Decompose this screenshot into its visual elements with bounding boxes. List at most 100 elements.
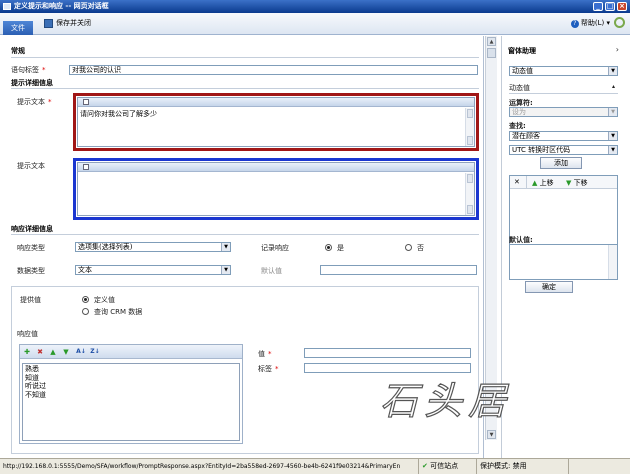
data-type-label: 数据类型 xyxy=(17,267,45,275)
response-type-select[interactable]: 选项集(选择列表) ▼ xyxy=(75,242,231,252)
lookup-label: 查找: xyxy=(509,122,526,130)
save-close-button[interactable]: 保存并关闭 xyxy=(44,17,91,30)
lookup-field-select[interactable]: UTC 转换时区代码 ▼ xyxy=(509,145,618,155)
general-section-title: 常规 xyxy=(11,47,25,55)
data-type-select[interactable]: 文本 ▼ xyxy=(75,265,231,275)
chevron-down-icon: ▼ xyxy=(608,67,617,75)
check-icon: ✔ xyxy=(422,462,428,470)
chevron-down-icon: ▼ xyxy=(221,266,230,274)
provide-values-label: 提供值 xyxy=(20,296,41,304)
radio-selected-icon xyxy=(325,244,332,251)
assistant-mode-select[interactable]: 动态值 ▼ xyxy=(509,66,618,76)
response-values-label: 响应值 xyxy=(17,330,38,338)
collapse-arrow-icon[interactable]: ▴ xyxy=(612,83,615,90)
response-values-list[interactable]: 熟悉 知道 听说过 不知道 xyxy=(22,363,240,441)
status-empty-segment xyxy=(568,459,630,474)
default-value-textarea[interactable] xyxy=(509,244,618,280)
lookup-entity-select[interactable]: 潜在顾客 ▼ xyxy=(509,131,618,141)
security-zone: ✔ 可信站点 xyxy=(418,459,474,474)
help-dropdown-arrow: ▾ xyxy=(606,19,610,27)
scroll-up-arrow[interactable]: ▲ xyxy=(487,37,496,46)
section-divider xyxy=(509,93,618,94)
value-input[interactable] xyxy=(304,348,471,358)
prompt-details-section-title: 提示详细信息 xyxy=(11,79,53,87)
operator-value: 设为 xyxy=(512,108,526,116)
log-response-yes-radio[interactable]: 是 xyxy=(325,243,344,253)
delete-icon[interactable]: ✖ xyxy=(36,348,44,356)
default-value-input[interactable] xyxy=(320,265,477,275)
save-close-label: 保存并关闭 xyxy=(56,19,91,27)
prompt-text-1-label: 提示文本 * xyxy=(17,98,52,106)
window-app-icon xyxy=(3,3,11,10)
list-item[interactable]: 听说过 xyxy=(25,382,237,391)
log-response-no-radio[interactable]: 否 xyxy=(405,243,424,253)
value-label: 值 * xyxy=(258,350,272,358)
textarea-scrollbar[interactable] xyxy=(608,245,617,279)
ok-button[interactable]: 确定 xyxy=(525,281,573,293)
list-item[interactable]: 熟悉 xyxy=(25,365,237,374)
help-icon: ? xyxy=(570,20,579,28)
response-type-label: 响应类型 xyxy=(17,244,45,252)
protected-mode: 保护模式: 禁用 xyxy=(476,459,566,474)
file-tab[interactable]: 文件 xyxy=(3,21,33,35)
arrow-down-icon[interactable]: ▼ xyxy=(62,348,70,356)
scroll-down-arrow[interactable]: ▼ xyxy=(487,430,496,439)
window-title: 定义提示和响应 -- 网页对话框 xyxy=(14,2,109,10)
section-divider xyxy=(11,88,479,89)
toolbar-divider xyxy=(526,176,527,188)
watermark-text: 石头居 xyxy=(379,378,513,423)
lookup-field-value: UTC 转换时区代码 xyxy=(512,146,571,154)
sort-ascending-icon[interactable]: A↓ xyxy=(76,348,86,356)
chevron-down-icon: ▼ xyxy=(608,108,617,116)
brand-logo-icon xyxy=(614,17,625,28)
lookup-entity-value: 潜在顾客 xyxy=(512,132,540,140)
chevron-down-icon: ▼ xyxy=(608,132,617,140)
log-response-label: 记录响应 xyxy=(261,244,289,252)
form-assistant-title: 窗体助理 xyxy=(508,47,536,55)
chevron-down-icon: ▼ xyxy=(221,243,230,251)
query-crm-radio[interactable]: 查询 CRM 数据 xyxy=(82,307,142,317)
window-titlebar: 定义提示和响应 -- 网页对话框 _ □ × xyxy=(0,0,630,13)
define-values-radio[interactable]: 定义值 xyxy=(82,295,115,305)
response-values-list-panel: ✚ ✖ ▲ ▼ A↓ Z↓ 熟悉 知道 听说过 不知道 xyxy=(19,344,243,444)
sort-descending-icon[interactable]: Z↓ xyxy=(90,348,100,356)
data-type-value: 文本 xyxy=(78,266,92,274)
list-toolbar: ✕ ▲ 上移 ▼ 下移 xyxy=(510,176,617,189)
add-icon[interactable]: ✚ xyxy=(23,348,31,356)
delete-icon[interactable]: ✕ xyxy=(514,178,520,186)
prompt-label-input[interactable]: 对我公司的认识 xyxy=(69,65,478,75)
move-up-button[interactable]: ▲ 上移 xyxy=(532,178,554,188)
maximize-button[interactable]: □ xyxy=(605,2,615,11)
list-item[interactable]: 不知道 xyxy=(25,391,237,400)
arrow-up-icon[interactable]: ▲ xyxy=(49,348,57,356)
minimize-button[interactable]: _ xyxy=(593,2,603,11)
operator-select[interactable]: 设为 ▼ xyxy=(509,107,618,117)
list-toolbar: ✚ ✖ ▲ ▼ A↓ Z↓ xyxy=(20,345,242,359)
section-divider xyxy=(11,234,479,235)
status-url: http://192.168.0.1:5555/Demo/SFA/workflo… xyxy=(3,463,401,470)
chevron-right-icon[interactable]: › xyxy=(616,45,619,54)
scroll-thumb[interactable] xyxy=(487,48,496,58)
response-type-value: 选项集(选择列表) xyxy=(78,243,133,251)
blue-highlight-frame xyxy=(73,158,479,220)
move-down-button[interactable]: ▼ 下移 xyxy=(566,178,588,188)
status-bar: http://192.168.0.1:5555/Demo/SFA/workflo… xyxy=(0,458,630,474)
radio-empty-icon xyxy=(82,308,89,315)
arrow-up-icon: ▲ xyxy=(532,179,538,187)
form-assistant-panel: 窗体助理 › 动态值 ▼ 动态值 ▴ 运算符: 设为 ▼ 查找: 潜在顾客 ▼ … xyxy=(501,36,627,458)
dynamic-values-label: 动态值 xyxy=(509,84,530,92)
default-value-label: 默认值 xyxy=(261,267,282,275)
chevron-down-icon: ▼ xyxy=(608,146,617,154)
help-label: 帮助(L) xyxy=(580,19,605,27)
close-button[interactable]: × xyxy=(617,2,627,11)
save-icon xyxy=(44,19,53,28)
section-divider xyxy=(11,57,479,58)
assistant-mode-value: 动态值 xyxy=(512,67,533,75)
red-highlight-frame xyxy=(73,93,479,151)
tag-label: 标签 * xyxy=(258,365,279,373)
response-details-section-title: 响应详细信息 xyxy=(11,225,53,233)
radio-empty-icon xyxy=(405,244,412,251)
list-item[interactable]: 知道 xyxy=(25,374,237,383)
add-button[interactable]: 添加 xyxy=(540,157,582,169)
help-button[interactable]: ? 帮助(L) ▾ xyxy=(570,18,610,28)
